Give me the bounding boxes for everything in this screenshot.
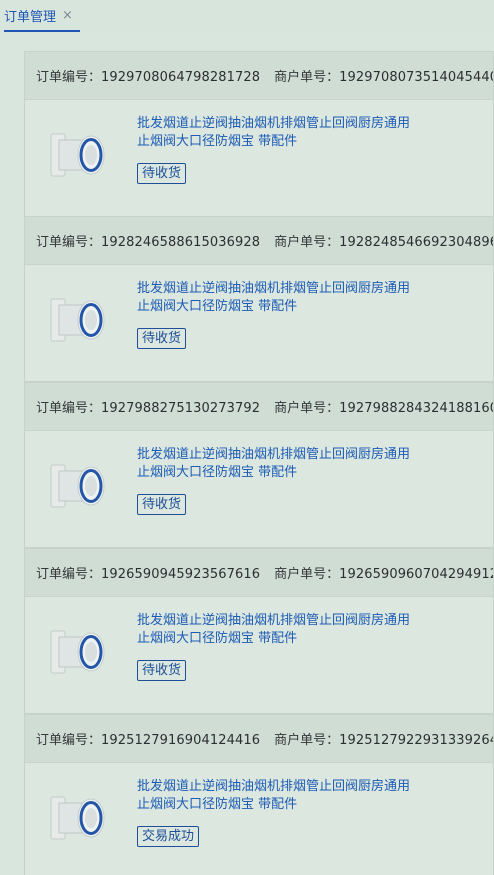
order-card: 订单编号：1927988275130273792 商户单号：1927988284…	[24, 382, 494, 548]
close-icon[interactable]: ×	[62, 9, 73, 22]
order-status-badge[interactable]: 待收货	[137, 494, 187, 515]
order-body: 批发烟道止逆阀抽油烟机排烟管止回阀厨房通用 止烟阀大口径防烟宝 带配件 待收货	[25, 597, 493, 713]
product-thumbnail-image[interactable]	[47, 455, 109, 517]
merchant-number-value: 1928248546692304896	[339, 235, 493, 250]
product-title-line-1: 批发烟道止逆阀抽油烟机排烟管止回阀厨房通用	[137, 116, 411, 131]
tab-label: 订单管理	[4, 9, 57, 25]
product-title-link[interactable]: 批发烟道止逆阀抽油烟机排烟管止回阀厨房通用 止烟阀大口径防烟宝 带配件	[137, 612, 457, 648]
merchant-number-value: 1925127922931339264	[339, 733, 493, 748]
order-number-value: 1928246588615036928	[101, 235, 261, 250]
merchant-number: 商户单号：1925127922931339264	[274, 729, 493, 748]
product-title-line-2: 止烟阀大口径防烟宝 带配件	[137, 631, 298, 646]
merchant-number-value: 1929708073514045440	[339, 70, 493, 85]
order-card: 订单编号：1928246588615036928 商户单号：1928248546…	[24, 216, 494, 382]
order-number-label: 订单编号：	[36, 70, 102, 85]
product-title-line-2: 止烟阀大口径防烟宝 带配件	[137, 465, 298, 480]
merchant-number-label: 商户单号：	[274, 70, 340, 85]
order-body: 批发烟道止逆阀抽油烟机排烟管止回阀厨房通用 止烟阀大口径防烟宝 带配件 待收货	[25, 431, 493, 547]
merchant-number-label: 商户单号：	[274, 733, 340, 748]
product-title-line-2: 止烟阀大口径防烟宝 带配件	[137, 797, 298, 812]
order-number-label: 订单编号：	[36, 235, 102, 250]
order-number: 订单编号：1927988275130273792	[36, 397, 260, 416]
order-number-label: 订单编号：	[36, 401, 102, 416]
order-number: 订单编号：1928246588615036928	[36, 231, 260, 250]
merchant-number: 商户单号：1927988284324188160	[274, 397, 493, 416]
order-body: 批发烟道止逆阀抽油烟机排烟管止回阀厨房通用 止烟阀大口径防烟宝 带配件 待收货	[25, 265, 493, 381]
order-header: 订单编号：1929708064798281728 商户单号：1929708073…	[25, 52, 493, 100]
order-body: 批发烟道止逆阀抽油烟机排烟管止回阀厨房通用 止烟阀大口径防烟宝 带配件 交易成功	[25, 763, 493, 875]
order-management-page: 订单管理 × 订单编号：1929708064798281728 商户单号：192…	[0, 0, 494, 875]
order-header: 订单编号：1925127916904124416 商户单号：1925127922…	[25, 715, 493, 763]
product-title-line-1: 批发烟道止逆阀抽油烟机排烟管止回阀厨房通用	[137, 447, 411, 462]
product-title-link[interactable]: 批发烟道止逆阀抽油烟机排烟管止回阀厨房通用 止烟阀大口径防烟宝 带配件	[137, 115, 457, 151]
order-header: 订单编号：1926590945923567616 商户单号：1926590960…	[25, 549, 493, 597]
product-thumbnail-image[interactable]	[47, 289, 109, 351]
product-title-link[interactable]: 批发烟道止逆阀抽油烟机排烟管止回阀厨房通用 止烟阀大口径防烟宝 带配件	[137, 778, 457, 814]
order-number-label: 订单编号：	[36, 733, 102, 748]
order-card: 订单编号：1929708064798281728 商户单号：1929708073…	[24, 51, 494, 217]
product-title-line-1: 批发烟道止逆阀抽油烟机排烟管止回阀厨房通用	[137, 281, 411, 296]
order-number: 订单编号：1926590945923567616	[36, 563, 260, 582]
product-title-line-2: 止烟阀大口径防烟宝 带配件	[137, 299, 298, 314]
product-thumbnail-image[interactable]	[47, 124, 109, 186]
merchant-number: 商户单号：1926590960704294912	[274, 563, 493, 582]
product-title-line-1: 批发烟道止逆阀抽油烟机排烟管止回阀厨房通用	[137, 779, 411, 794]
merchant-number-label: 商户单号：	[274, 401, 340, 416]
tab-order-management[interactable]: 订单管理 ×	[4, 0, 80, 32]
order-card: 订单编号：1925127916904124416 商户单号：1925127922…	[24, 714, 494, 875]
order-number: 订单编号：1929708064798281728	[36, 66, 260, 85]
order-body: 批发烟道止逆阀抽油烟机排烟管止回阀厨房通用 止烟阀大口径防烟宝 带配件 待收货	[25, 100, 493, 216]
order-number-value: 1929708064798281728	[101, 70, 261, 85]
order-number: 订单编号：1925127916904124416	[36, 729, 260, 748]
order-number-value: 1926590945923567616	[101, 567, 261, 582]
product-title-line-1: 批发烟道止逆阀抽油烟机排烟管止回阀厨房通用	[137, 613, 411, 628]
merchant-number-value: 1927988284324188160	[339, 401, 493, 416]
product-title-link[interactable]: 批发烟道止逆阀抽油烟机排烟管止回阀厨房通用 止烟阀大口径防烟宝 带配件	[137, 446, 457, 482]
order-status-badge[interactable]: 交易成功	[137, 826, 200, 847]
merchant-number: 商户单号：1928248546692304896	[274, 231, 493, 250]
order-card: 订单编号：1926590945923567616 商户单号：1926590960…	[24, 548, 494, 714]
merchant-number-label: 商户单号：	[274, 567, 340, 582]
order-header: 订单编号：1928246588615036928 商户单号：1928248546…	[25, 217, 493, 265]
merchant-number: 商户单号：1929708073514045440	[274, 66, 493, 85]
product-title-line-2: 止烟阀大口径防烟宝 带配件	[137, 134, 298, 149]
product-thumbnail-image[interactable]	[47, 787, 109, 849]
order-status-badge[interactable]: 待收货	[137, 660, 187, 681]
merchant-number-label: 商户单号：	[274, 235, 340, 250]
order-number-label: 订单编号：	[36, 567, 102, 582]
product-title-link[interactable]: 批发烟道止逆阀抽油烟机排烟管止回阀厨房通用 止烟阀大口径防烟宝 带配件	[137, 280, 457, 316]
product-thumbnail-image[interactable]	[47, 621, 109, 683]
order-status-badge[interactable]: 待收货	[137, 328, 187, 349]
order-number-value: 1927988275130273792	[101, 401, 261, 416]
tab-bar: 订单管理 ×	[0, 0, 494, 32]
order-number-value: 1925127916904124416	[101, 733, 261, 748]
order-status-badge[interactable]: 待收货	[137, 163, 187, 184]
order-header: 订单编号：1927988275130273792 商户单号：1927988284…	[25, 383, 493, 431]
merchant-number-value: 1926590960704294912	[339, 567, 493, 582]
